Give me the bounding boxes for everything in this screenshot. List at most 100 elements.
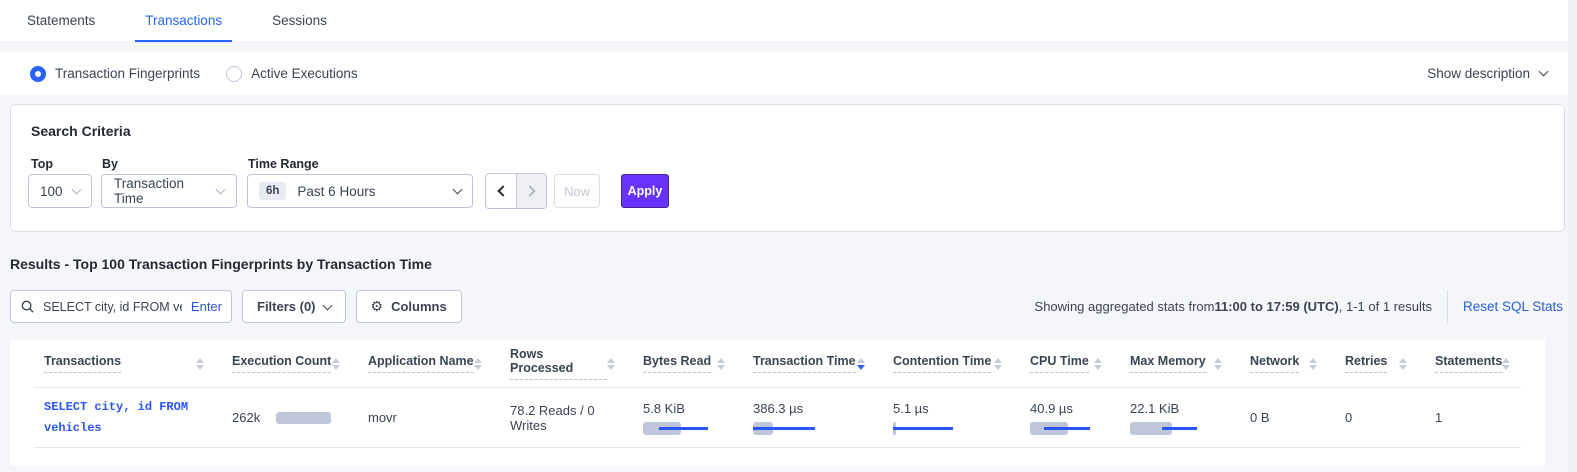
sort-icon xyxy=(474,358,482,370)
by-select-value: Transaction Time xyxy=(114,176,217,206)
time-range-field-label: Time Range xyxy=(248,157,319,171)
sort-icon xyxy=(332,358,340,370)
contention-time-bar xyxy=(893,422,993,435)
chevron-down-icon xyxy=(1539,67,1549,77)
time-range-pager xyxy=(485,173,547,209)
column-header-network[interactable]: Network xyxy=(1240,354,1335,373)
time-range-select[interactable]: 6h Past 6 Hours xyxy=(247,174,473,208)
column-header-application-name[interactable]: Application Name xyxy=(358,354,500,373)
apply-button[interactable]: Apply xyxy=(621,174,669,208)
column-header-rows-processed[interactable]: Rows Processed xyxy=(500,347,633,380)
top-select[interactable]: 100 xyxy=(28,174,92,208)
search-criteria-title: Search Criteria xyxy=(31,123,131,139)
sort-icon xyxy=(1309,358,1317,370)
transaction-time-cell: 386.3 µs xyxy=(743,401,883,435)
sort-desc-icon xyxy=(857,358,865,370)
top-select-value: 100 xyxy=(40,184,63,199)
sql-search-input[interactable] xyxy=(41,299,184,315)
sort-icon xyxy=(607,358,615,370)
execution-count-bar xyxy=(276,412,336,424)
by-field-label: By xyxy=(102,157,118,171)
execution-count-cell: 262k xyxy=(222,410,358,425)
results-heading: Results - Top 100 Transaction Fingerprin… xyxy=(10,256,432,272)
column-header-bytes-read[interactable]: Bytes Read xyxy=(633,354,743,373)
filters-button[interactable]: Filters (0) xyxy=(242,290,346,323)
view-toggle-row: Transaction Fingerprints Active Executio… xyxy=(0,52,1577,95)
radio-active-executions[interactable]: Active Executions xyxy=(226,66,358,82)
now-button[interactable]: Now xyxy=(554,174,600,208)
cpu-time-cell: 40.9 µs xyxy=(1020,401,1120,435)
search-criteria-card: Search Criteria Top By Time Range 100 Tr… xyxy=(10,104,1565,232)
column-header-transaction-time[interactable]: Transaction Time xyxy=(743,354,883,373)
max-memory-cell: 22.1 KiB xyxy=(1120,401,1240,435)
statements-cell: 1 xyxy=(1425,410,1521,425)
column-header-statements[interactable]: Statements xyxy=(1425,354,1528,373)
column-header-cpu-time[interactable]: CPU Time xyxy=(1020,354,1120,373)
bytes-read-bar xyxy=(643,422,743,435)
radio-unselected-icon xyxy=(226,66,242,82)
column-header-transactions[interactable]: Transactions xyxy=(34,354,222,373)
retries-cell: 0 xyxy=(1335,410,1425,425)
tab-transactions[interactable]: Transactions xyxy=(135,0,232,42)
sql-search-box[interactable]: Enter xyxy=(10,290,232,323)
sort-icon xyxy=(994,358,1002,370)
radio-selected-icon xyxy=(30,66,46,82)
application-name-cell: movr xyxy=(358,410,500,425)
column-header-retries[interactable]: Retries xyxy=(1335,354,1425,373)
transaction-time-bar xyxy=(753,422,853,435)
aggregated-stats-text: Showing aggregated stats from 11:00 to 1… xyxy=(1035,299,1432,314)
table-row: SELECT city, id FROM vehicles 262k movr … xyxy=(34,388,1521,448)
network-cell: 0 B xyxy=(1240,410,1335,425)
cpu-time-bar xyxy=(1030,422,1130,435)
scrollbar-track[interactable] xyxy=(1568,0,1577,472)
time-range-value: Past 6 Hours xyxy=(297,184,375,199)
stats-time-range: 11:00 to 17:59 (UTC) xyxy=(1214,299,1338,314)
max-memory-bar xyxy=(1130,422,1230,435)
show-description-label: Show description xyxy=(1427,66,1530,81)
sort-icon xyxy=(717,358,725,370)
column-header-contention-time[interactable]: Contention Time xyxy=(883,354,1020,373)
results-controls-row: Enter Filters (0) ⚙ Columns Showing aggr… xyxy=(10,290,1563,323)
results-table: Transactions Execution Count Application… xyxy=(10,340,1545,466)
filters-button-label: Filters (0) xyxy=(257,299,316,314)
chevron-down-icon xyxy=(216,184,226,194)
top-field-label: Top xyxy=(31,157,53,171)
stats-suffix: , 1-1 of 1 results xyxy=(1339,299,1432,314)
sort-icon xyxy=(1502,358,1510,370)
sort-icon xyxy=(1399,358,1407,370)
vertical-divider xyxy=(1447,290,1448,323)
sort-icon xyxy=(1094,358,1102,370)
search-enter-button[interactable]: Enter xyxy=(191,299,222,314)
radio-transaction-fingerprints[interactable]: Transaction Fingerprints xyxy=(30,66,200,82)
chevron-down-icon xyxy=(322,301,332,311)
transaction-fingerprint-link[interactable]: SELECT city, id FROM vehicles xyxy=(44,397,204,438)
column-header-max-memory[interactable]: Max Memory xyxy=(1120,354,1240,373)
radio-label: Transaction Fingerprints xyxy=(55,66,200,81)
chevron-down-icon xyxy=(72,184,82,194)
sort-icon xyxy=(1214,358,1222,370)
chevron-down-icon xyxy=(453,184,463,194)
by-select[interactable]: Transaction Time xyxy=(101,174,237,208)
table-header-row: Transactions Execution Count Application… xyxy=(34,340,1521,388)
tab-sessions[interactable]: Sessions xyxy=(262,0,337,42)
gear-icon: ⚙ xyxy=(371,298,384,315)
columns-button[interactable]: ⚙ Columns xyxy=(356,290,462,323)
tab-statements[interactable]: Statements xyxy=(17,0,105,42)
time-range-badge: 6h xyxy=(259,182,286,200)
columns-button-label: Columns xyxy=(391,299,447,314)
rows-processed-cell: 78.2 Reads / 0 Writes xyxy=(500,403,633,433)
sort-icon xyxy=(196,358,204,370)
search-icon xyxy=(21,300,34,313)
bytes-read-cell: 5.8 KiB xyxy=(633,401,743,435)
chevron-left-icon xyxy=(497,185,508,196)
execution-count-value: 262k xyxy=(232,410,260,425)
show-description-toggle[interactable]: Show description xyxy=(1427,66,1547,81)
next-time-range-button[interactable] xyxy=(516,174,546,208)
radio-label: Active Executions xyxy=(251,66,358,81)
page-tabs: Statements Transactions Sessions xyxy=(0,0,1577,43)
stats-prefix: Showing aggregated stats from xyxy=(1035,299,1215,314)
chevron-right-icon xyxy=(524,185,535,196)
reset-sql-stats-link[interactable]: Reset SQL Stats xyxy=(1463,299,1563,314)
previous-time-range-button[interactable] xyxy=(486,174,516,208)
column-header-execution-count[interactable]: Execution Count xyxy=(222,354,358,373)
